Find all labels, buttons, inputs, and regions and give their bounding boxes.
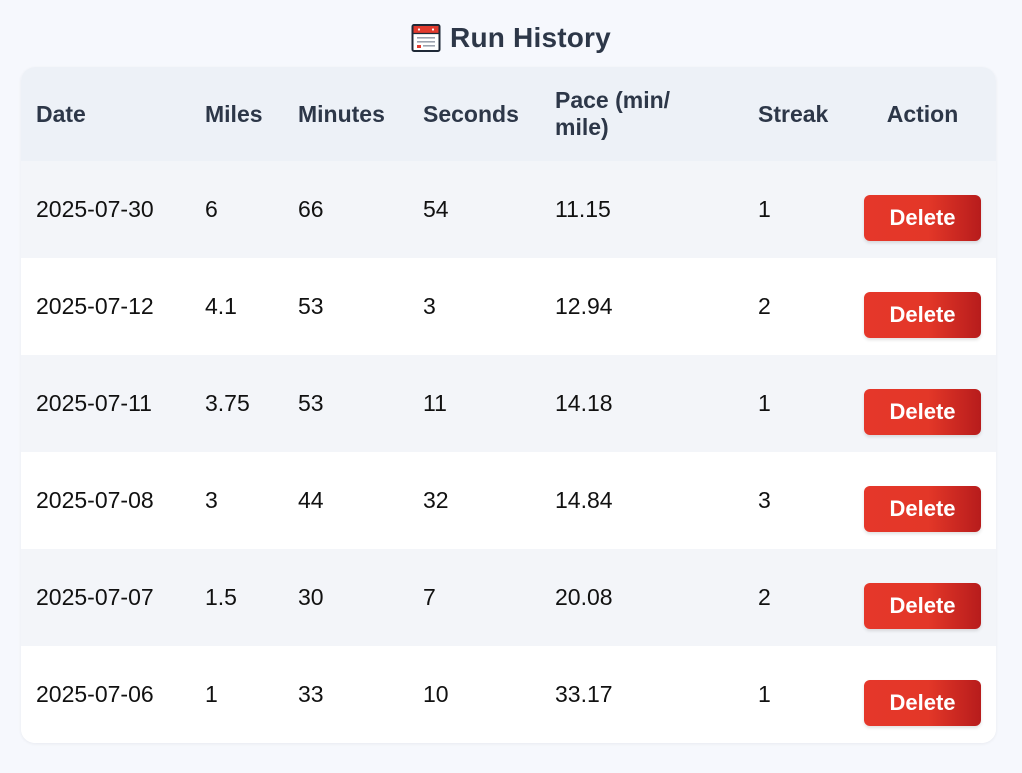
- cell-minutes: 66: [298, 196, 324, 222]
- column-header-miles: Miles: [205, 100, 263, 127]
- column-header-minutes: Minutes: [298, 100, 385, 127]
- delete-button[interactable]: Delete: [864, 292, 981, 338]
- cell-seconds: 10: [423, 681, 449, 707]
- cell-date: 2025-07-08: [36, 487, 154, 513]
- cell-date: 2025-07-11: [36, 390, 152, 416]
- cell-minutes: 53: [298, 293, 324, 319]
- page-header: Run History: [0, 19, 1022, 57]
- cell-seconds: 32: [423, 487, 449, 513]
- cell-pace: 14.84: [555, 487, 613, 513]
- column-header-streak: Streak: [758, 100, 829, 127]
- cell-miles: 3: [205, 487, 218, 513]
- delete-button[interactable]: Delete: [864, 389, 981, 435]
- cell-seconds: 7: [423, 584, 436, 610]
- cell-miles: 3.75: [205, 390, 250, 416]
- cell-seconds: 54: [423, 196, 449, 222]
- cell-pace: 14.18: [555, 390, 613, 416]
- cell-seconds: 3: [423, 293, 436, 319]
- table-row: 2025-07-12 4.1 53 3 12.94 2 Delete: [21, 258, 996, 355]
- page-title: Run History: [450, 22, 611, 53]
- cell-streak: 1: [758, 681, 771, 707]
- cell-streak: 2: [758, 293, 771, 319]
- cell-streak: 3: [758, 487, 771, 513]
- column-header-action: Action: [886, 100, 959, 127]
- cell-date: 2025-07-30: [36, 196, 154, 222]
- cell-miles: 6: [205, 196, 218, 222]
- cell-miles: 1.5: [205, 584, 237, 610]
- delete-button[interactable]: Delete: [864, 486, 981, 532]
- cell-minutes: 53: [298, 390, 324, 416]
- delete-button[interactable]: Delete: [864, 680, 981, 726]
- cell-streak: 1: [758, 196, 771, 222]
- table-header: Date Miles Minutes Seconds Pace (min/ mi…: [21, 67, 996, 161]
- column-header-date: Date: [36, 100, 86, 127]
- cell-streak: 2: [758, 584, 771, 610]
- column-header-pace: Pace (min/ mile): [555, 87, 671, 140]
- table-row: 2025-07-07 1.5 30 7 20.08 2 Delete: [21, 549, 996, 646]
- cell-date: 2025-07-06: [36, 681, 154, 707]
- delete-button[interactable]: Delete: [864, 195, 981, 241]
- cell-date: 2025-07-07: [36, 584, 154, 610]
- cell-minutes: 44: [298, 487, 324, 513]
- delete-button[interactable]: Delete: [864, 583, 981, 629]
- cell-pace: 20.08: [555, 584, 613, 610]
- table-row: 2025-07-06 1 33 10 33.17 1 Delete: [21, 646, 996, 743]
- table-row: 2025-07-30 6 66 54 11.15 1 Delete: [21, 161, 996, 258]
- run-history-table: Date Miles Minutes Seconds Pace (min/ mi…: [21, 67, 996, 743]
- cell-minutes: 30: [298, 584, 324, 610]
- cell-miles: 4.1: [205, 293, 237, 319]
- table-row: 2025-07-08 3 44 32 14.84 3 Delete: [21, 452, 996, 549]
- cell-pace: 11.15: [555, 196, 611, 222]
- cell-pace: 12.94: [555, 293, 613, 319]
- column-header-seconds: Seconds: [423, 100, 519, 127]
- cell-date: 2025-07-12: [36, 293, 154, 319]
- cell-seconds: 11: [423, 390, 447, 416]
- table-row: 2025-07-11 3.75 53 11 14.18 1 Delete: [21, 355, 996, 452]
- calendar-icon: [411, 23, 441, 53]
- cell-pace: 33.17: [555, 681, 613, 707]
- cell-miles: 1: [205, 681, 218, 707]
- cell-minutes: 33: [298, 681, 324, 707]
- cell-streak: 1: [758, 390, 771, 416]
